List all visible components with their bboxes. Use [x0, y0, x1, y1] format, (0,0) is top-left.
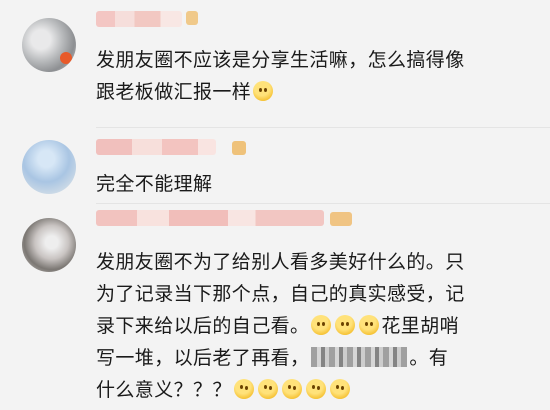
comment-item: 发朋友圈不为了给别人看多美好什么的。只 为了记录当下那个点，自己的真实感受，记 …: [0, 0, 550, 410]
comment-line: 写一堆，以后老了再看， 。有: [96, 347, 449, 369]
comment-text: 发朋友圈不为了给别人看多美好什么的。只 为了记录当下那个点，自己的真实感受，记 …: [96, 246, 536, 406]
thinking-emoji-icon: [281, 379, 302, 399]
thinking-emoji-icon: [305, 379, 326, 399]
blurred-text: [311, 347, 408, 367]
badge-icon: [330, 212, 352, 226]
comment-line: 录下来给以后的自己看。 花里胡哨: [96, 315, 460, 337]
comment-line: 为了记录当下那个点，自己的真实感受，记: [96, 283, 465, 305]
comment-line: 什么意义？？？: [96, 374, 536, 406]
avatar[interactable]: [22, 218, 76, 272]
smile-emoji-icon: [335, 315, 356, 335]
thinking-emoji-icon: [329, 379, 350, 399]
thinking-emoji-icon: [233, 379, 254, 399]
thinking-emoji-icon: [257, 379, 278, 399]
username-blurred[interactable]: [96, 210, 324, 226]
smile-emoji-icon: [311, 315, 332, 335]
comment-line: 发朋友圈不为了给别人看多美好什么的。只: [96, 251, 465, 273]
smile-emoji-icon: [359, 315, 380, 335]
